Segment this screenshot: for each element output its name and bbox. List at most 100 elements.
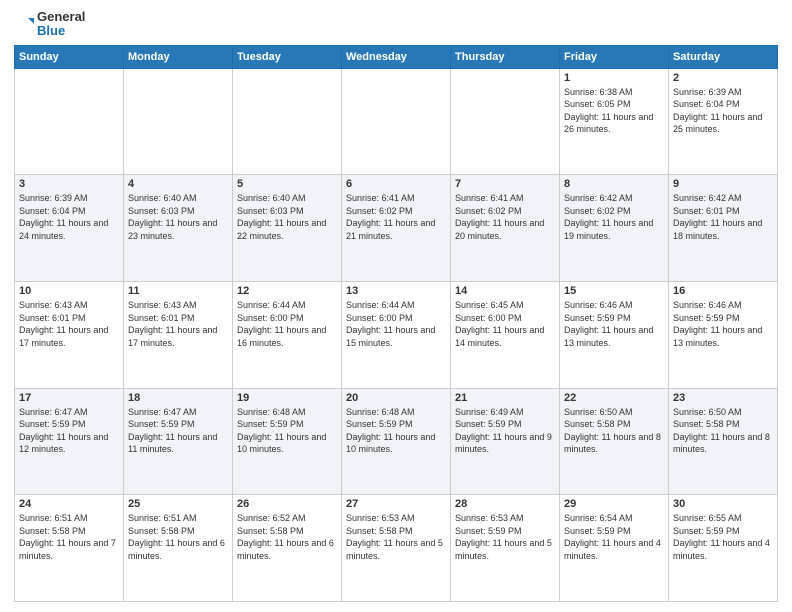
daylight-label: Daylight: 11 hours and 9 minutes. — [455, 432, 552, 455]
day-info: Sunrise: 6:44 AM Sunset: 6:00 PM Dayligh… — [237, 299, 337, 349]
day-info: Sunrise: 6:42 AM Sunset: 6:02 PM Dayligh… — [564, 192, 664, 242]
calendar-cell: 7 Sunrise: 6:41 AM Sunset: 6:02 PM Dayli… — [451, 175, 560, 282]
daylight-label: Daylight: 11 hours and 18 minutes. — [673, 218, 762, 241]
day-info: Sunrise: 6:46 AM Sunset: 5:59 PM Dayligh… — [673, 299, 773, 349]
day-info: Sunrise: 6:48 AM Sunset: 5:59 PM Dayligh… — [237, 406, 337, 456]
calendar-cell: 29 Sunrise: 6:54 AM Sunset: 5:59 PM Dayl… — [560, 495, 669, 602]
sunrise-label: Sunrise: 6:42 AM — [673, 193, 742, 203]
calendar-cell: 20 Sunrise: 6:48 AM Sunset: 5:59 PM Dayl… — [342, 388, 451, 495]
daylight-label: Daylight: 11 hours and 4 minutes. — [673, 538, 770, 561]
sunset-label: Sunset: 5:58 PM — [346, 526, 413, 536]
calendar-cell: 14 Sunrise: 6:45 AM Sunset: 6:00 PM Dayl… — [451, 281, 560, 388]
calendar-cell: 26 Sunrise: 6:52 AM Sunset: 5:58 PM Dayl… — [233, 495, 342, 602]
daylight-label: Daylight: 11 hours and 25 minutes. — [673, 112, 762, 135]
daylight-label: Daylight: 11 hours and 10 minutes. — [346, 432, 435, 455]
day-info: Sunrise: 6:43 AM Sunset: 6:01 PM Dayligh… — [19, 299, 119, 349]
logo-text: General Blue — [37, 10, 85, 39]
calendar-cell: 23 Sunrise: 6:50 AM Sunset: 5:58 PM Dayl… — [669, 388, 778, 495]
calendar-cell: 16 Sunrise: 6:46 AM Sunset: 5:59 PM Dayl… — [669, 281, 778, 388]
sunset-label: Sunset: 6:04 PM — [19, 206, 86, 216]
sunrise-label: Sunrise: 6:55 AM — [673, 513, 742, 523]
sunrise-label: Sunrise: 6:40 AM — [237, 193, 306, 203]
calendar-cell: 17 Sunrise: 6:47 AM Sunset: 5:59 PM Dayl… — [15, 388, 124, 495]
calendar-cell: 4 Sunrise: 6:40 AM Sunset: 6:03 PM Dayli… — [124, 175, 233, 282]
calendar-cell: 15 Sunrise: 6:46 AM Sunset: 5:59 PM Dayl… — [560, 281, 669, 388]
calendar-cell: 12 Sunrise: 6:44 AM Sunset: 6:00 PM Dayl… — [233, 281, 342, 388]
week-row-3: 10 Sunrise: 6:43 AM Sunset: 6:01 PM Dayl… — [15, 281, 778, 388]
day-number: 12 — [237, 285, 337, 297]
calendar-cell: 27 Sunrise: 6:53 AM Sunset: 5:58 PM Dayl… — [342, 495, 451, 602]
sunset-label: Sunset: 6:00 PM — [237, 313, 304, 323]
day-number: 30 — [673, 498, 773, 510]
day-number: 14 — [455, 285, 555, 297]
day-info: Sunrise: 6:39 AM Sunset: 6:04 PM Dayligh… — [19, 192, 119, 242]
day-info: Sunrise: 6:39 AM Sunset: 6:04 PM Dayligh… — [673, 86, 773, 136]
daylight-label: Daylight: 11 hours and 22 minutes. — [237, 218, 326, 241]
day-number: 20 — [346, 392, 446, 404]
logo-blue: Blue — [37, 24, 85, 38]
sunset-label: Sunset: 6:00 PM — [455, 313, 522, 323]
day-number: 6 — [346, 178, 446, 190]
daylight-label: Daylight: 11 hours and 15 minutes. — [346, 325, 435, 348]
sunrise-label: Sunrise: 6:39 AM — [19, 193, 88, 203]
calendar-cell — [342, 68, 451, 175]
calendar-cell: 25 Sunrise: 6:51 AM Sunset: 5:58 PM Dayl… — [124, 495, 233, 602]
sunset-label: Sunset: 5:59 PM — [673, 313, 740, 323]
sunset-label: Sunset: 6:02 PM — [455, 206, 522, 216]
day-info: Sunrise: 6:40 AM Sunset: 6:03 PM Dayligh… — [237, 192, 337, 242]
header-sunday: Sunday — [15, 45, 124, 68]
sunset-label: Sunset: 5:58 PM — [19, 526, 86, 536]
header-tuesday: Tuesday — [233, 45, 342, 68]
daylight-label: Daylight: 11 hours and 19 minutes. — [564, 218, 653, 241]
daylight-label: Daylight: 11 hours and 6 minutes. — [128, 538, 225, 561]
daylight-label: Daylight: 11 hours and 21 minutes. — [346, 218, 435, 241]
calendar-cell: 5 Sunrise: 6:40 AM Sunset: 6:03 PM Dayli… — [233, 175, 342, 282]
daylight-label: Daylight: 11 hours and 17 minutes. — [19, 325, 108, 348]
sunrise-label: Sunrise: 6:43 AM — [128, 300, 197, 310]
daylight-label: Daylight: 11 hours and 5 minutes. — [346, 538, 443, 561]
sunset-label: Sunset: 6:03 PM — [128, 206, 195, 216]
day-number: 9 — [673, 178, 773, 190]
day-number: 15 — [564, 285, 664, 297]
sunrise-label: Sunrise: 6:46 AM — [564, 300, 633, 310]
daylight-label: Daylight: 11 hours and 8 minutes. — [564, 432, 661, 455]
page: General Blue SundayMondayTuesdayWednesda… — [0, 0, 792, 612]
sunrise-label: Sunrise: 6:47 AM — [19, 407, 88, 417]
sunrise-label: Sunrise: 6:44 AM — [237, 300, 306, 310]
sunset-label: Sunset: 6:02 PM — [346, 206, 413, 216]
sunset-label: Sunset: 5:59 PM — [346, 419, 413, 429]
sunset-label: Sunset: 5:58 PM — [564, 419, 631, 429]
week-row-1: 1 Sunrise: 6:38 AM Sunset: 6:05 PM Dayli… — [15, 68, 778, 175]
sunset-label: Sunset: 5:58 PM — [128, 526, 195, 536]
week-row-5: 24 Sunrise: 6:51 AM Sunset: 5:58 PM Dayl… — [15, 495, 778, 602]
sunrise-label: Sunrise: 6:51 AM — [19, 513, 88, 523]
day-info: Sunrise: 6:41 AM Sunset: 6:02 PM Dayligh… — [455, 192, 555, 242]
day-info: Sunrise: 6:51 AM Sunset: 5:58 PM Dayligh… — [19, 512, 119, 562]
sunrise-label: Sunrise: 6:54 AM — [564, 513, 633, 523]
sunrise-label: Sunrise: 6:50 AM — [564, 407, 633, 417]
sunset-label: Sunset: 5:59 PM — [128, 419, 195, 429]
daylight-label: Daylight: 11 hours and 10 minutes. — [237, 432, 326, 455]
sunset-label: Sunset: 5:59 PM — [564, 313, 631, 323]
calendar-table: SundayMondayTuesdayWednesdayThursdayFrid… — [14, 45, 778, 602]
week-row-2: 3 Sunrise: 6:39 AM Sunset: 6:04 PM Dayli… — [15, 175, 778, 282]
sunrise-label: Sunrise: 6:48 AM — [346, 407, 415, 417]
sunset-label: Sunset: 5:59 PM — [237, 419, 304, 429]
day-number: 16 — [673, 285, 773, 297]
daylight-label: Daylight: 11 hours and 20 minutes. — [455, 218, 544, 241]
day-info: Sunrise: 6:54 AM Sunset: 5:59 PM Dayligh… — [564, 512, 664, 562]
daylight-label: Daylight: 11 hours and 11 minutes. — [128, 432, 217, 455]
header: General Blue — [14, 10, 778, 39]
day-number: 3 — [19, 178, 119, 190]
sunset-label: Sunset: 5:58 PM — [673, 419, 740, 429]
calendar-cell: 6 Sunrise: 6:41 AM Sunset: 6:02 PM Dayli… — [342, 175, 451, 282]
day-number: 4 — [128, 178, 228, 190]
sunrise-label: Sunrise: 6:45 AM — [455, 300, 524, 310]
header-thursday: Thursday — [451, 45, 560, 68]
sunrise-label: Sunrise: 6:44 AM — [346, 300, 415, 310]
calendar-header-row: SundayMondayTuesdayWednesdayThursdayFrid… — [15, 45, 778, 68]
day-number: 17 — [19, 392, 119, 404]
header-friday: Friday — [560, 45, 669, 68]
sunrise-label: Sunrise: 6:42 AM — [564, 193, 633, 203]
day-info: Sunrise: 6:52 AM Sunset: 5:58 PM Dayligh… — [237, 512, 337, 562]
